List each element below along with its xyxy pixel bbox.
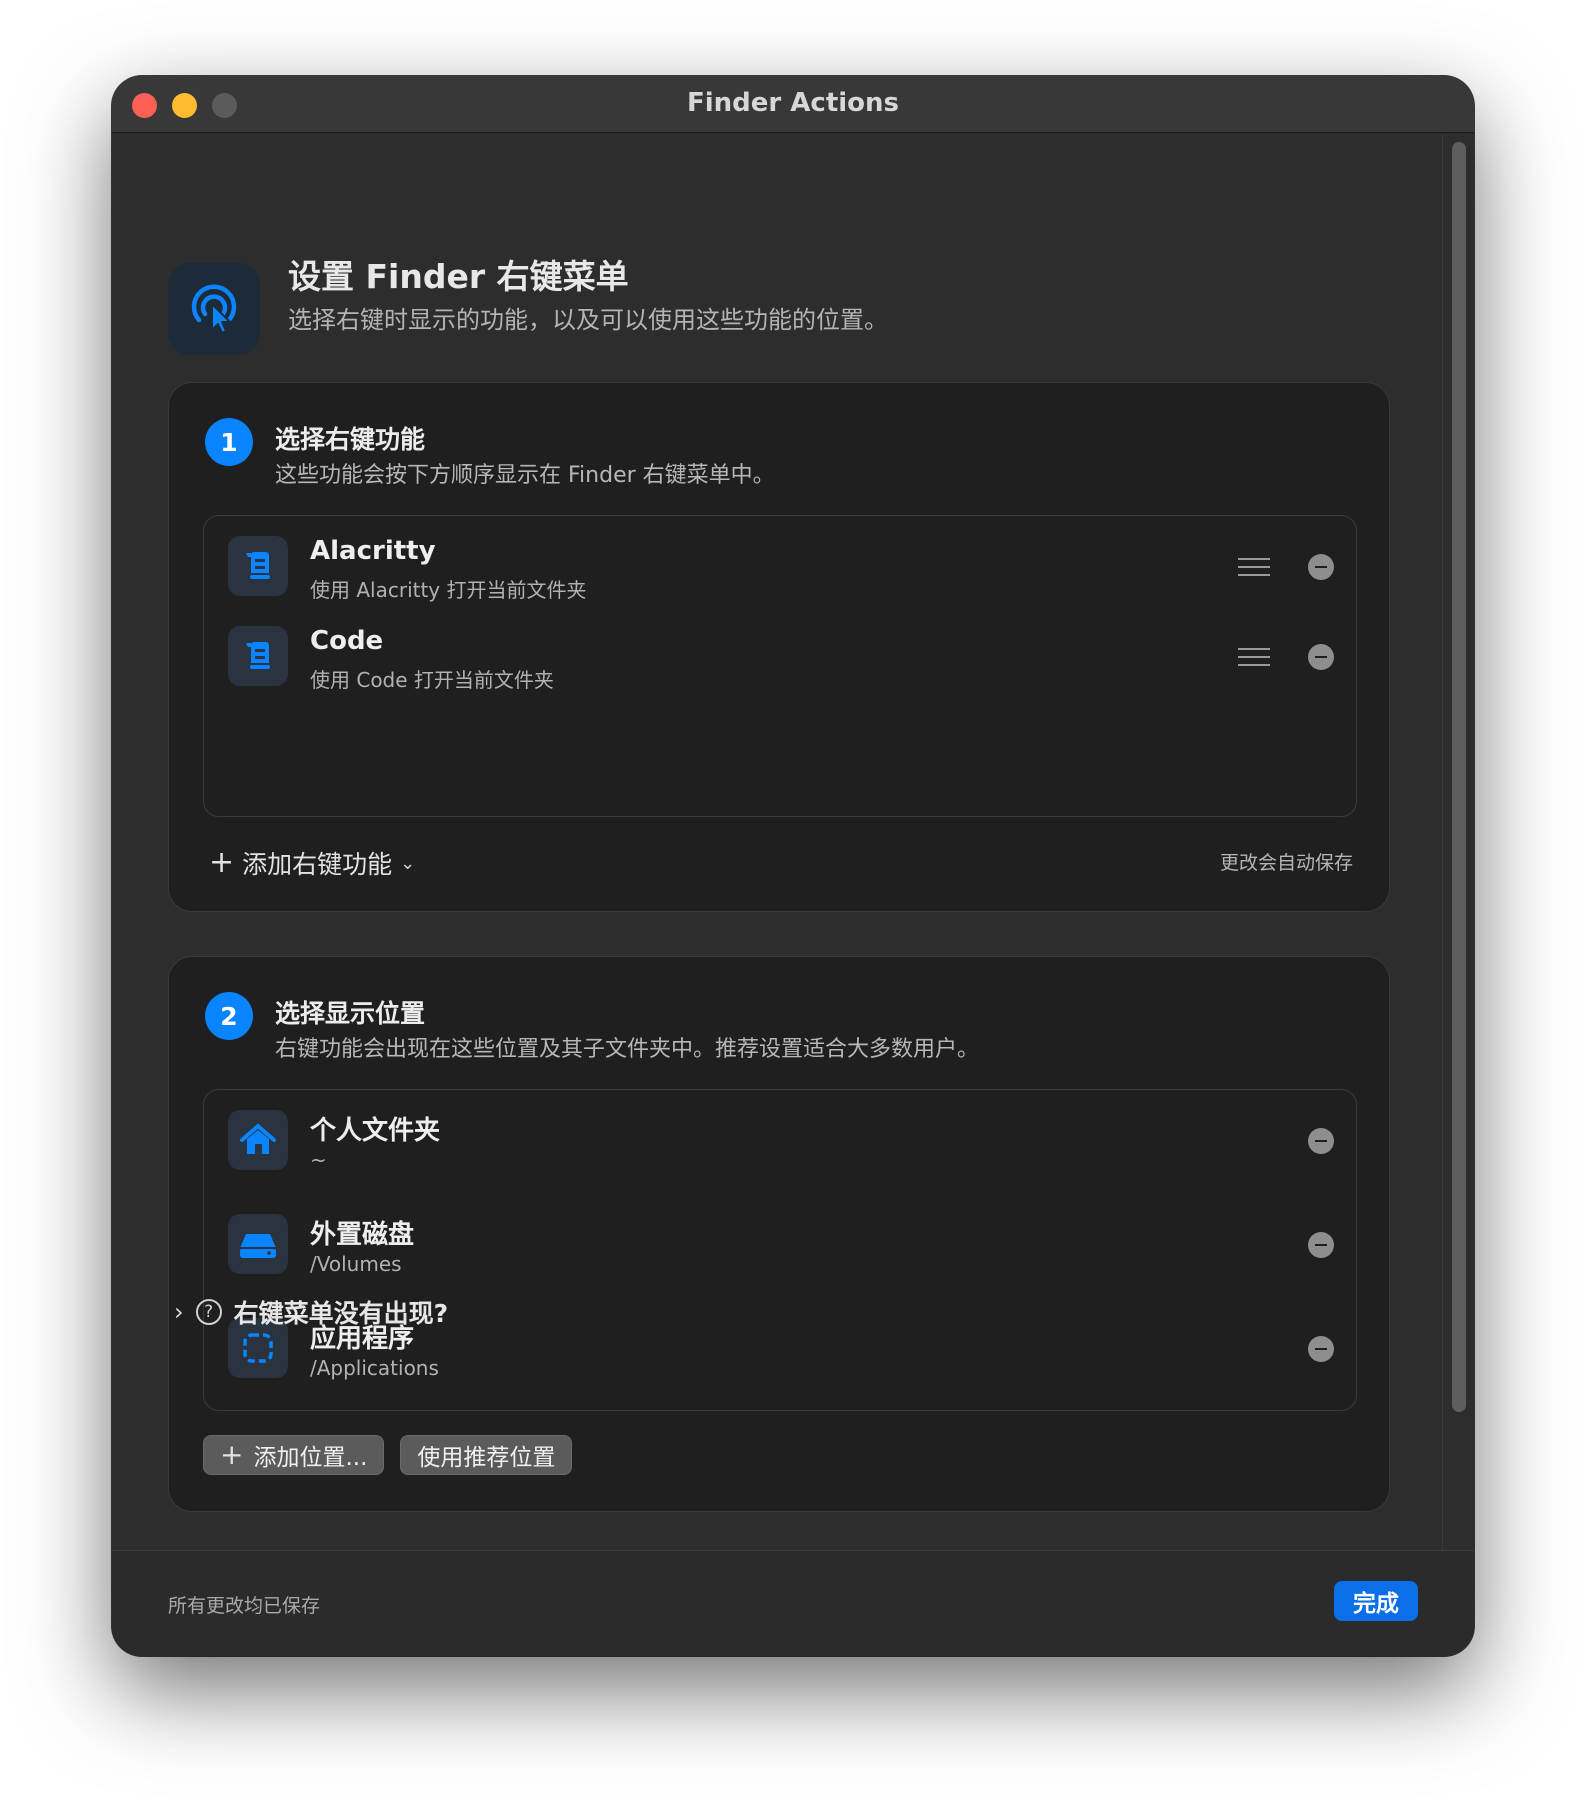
use-recommended-label: 使用推荐位置	[417, 1445, 556, 1471]
action-description: 使用 Code 打开当前文件夹	[310, 668, 554, 692]
scrollbar-thumb[interactable]	[1452, 142, 1466, 1412]
actions-list: Alacritty 使用 Alacritty 打开当前文件夹 Code 使用 C…	[203, 515, 1357, 817]
done-button[interactable]: 完成	[1334, 1581, 1418, 1621]
footer-bar: 所有更改均已保存 完成	[112, 1550, 1474, 1656]
external-drive-icon	[228, 1214, 288, 1274]
action-title: Code	[310, 626, 384, 656]
list-item[interactable]: 个人文件夹 ~	[204, 1090, 1356, 1194]
tap-cursor-icon	[168, 263, 260, 355]
step-2-badge: 2	[205, 992, 253, 1040]
remove-location-button[interactable]	[1308, 1128, 1334, 1154]
remove-action-button[interactable]	[1308, 554, 1334, 580]
list-item[interactable]: 外置磁盘 /Volumes	[204, 1194, 1356, 1298]
remove-location-button[interactable]	[1308, 1232, 1334, 1258]
use-recommended-button[interactable]: 使用推荐位置	[400, 1435, 573, 1475]
page-title: 设置 Finder 右键菜单	[288, 257, 629, 296]
location-title: 外置磁盘	[310, 1220, 415, 1250]
actions-section-subtitle: 这些功能会按下方顺序显示在 Finder 右键菜单中。	[275, 463, 775, 488]
save-status: 所有更改均已保存	[168, 1595, 321, 1617]
script-icon	[228, 626, 288, 686]
add-location-label: 添加位置...	[253, 1445, 368, 1471]
house-icon	[228, 1110, 288, 1170]
list-item[interactable]: Alacritty 使用 Alacritty 打开当前文件夹	[204, 516, 1356, 620]
add-action-menu-button[interactable]: + 添加右键功能 ⌄	[209, 845, 415, 881]
list-item[interactable]: Code 使用 Code 打开当前文件夹	[204, 606, 1356, 710]
troubleshoot-label: 右键菜单没有出现?	[233, 1299, 449, 1328]
scroll-content[interactable]: 设置 Finder 右键菜单 选择右键时显示的功能，以及可以使用这些功能的位置。…	[112, 134, 1474, 1550]
locations-list: 个人文件夹 ~ 外置磁盘 /Volumes 应用程序 /Applications	[203, 1089, 1357, 1411]
drag-handle-icon[interactable]	[1238, 558, 1270, 578]
question-circle-icon: ?	[195, 1299, 222, 1325]
action-description: 使用 Alacritty 打开当前文件夹	[310, 578, 587, 602]
drag-handle-icon[interactable]	[1238, 648, 1270, 668]
chevron-right-icon: ›	[174, 1298, 184, 1326]
page-subtitle: 选择右键时显示的功能，以及可以使用这些功能的位置。	[288, 306, 888, 334]
actions-section-title: 选择右键功能	[275, 425, 426, 454]
locations-section-subtitle: 右键功能会出现在这些位置及其子文件夹中。推荐设置适合大多数用户。	[275, 1037, 980, 1062]
locations-section-title: 选择显示位置	[275, 999, 426, 1028]
step-1-badge: 1	[205, 418, 253, 466]
actions-card: 1 选择右键功能 这些功能会按下方顺序显示在 Finder 右键菜单中。 Ala…	[168, 382, 1390, 912]
troubleshoot-disclosure[interactable]: › ? 右键菜单没有出现?	[174, 1294, 448, 1330]
location-path: /Applications	[310, 1356, 439, 1380]
script-icon	[228, 536, 288, 596]
title-bar[interactable]: Finder Actions	[112, 76, 1474, 133]
location-actions: + 添加位置... 使用推荐位置	[203, 1435, 573, 1475]
chevron-down-icon: ⌄	[400, 852, 416, 874]
locations-card: 2 选择显示位置 右键功能会出现在这些位置及其子文件夹中。推荐设置适合大多数用户…	[168, 956, 1390, 1512]
add-location-button[interactable]: + 添加位置...	[203, 1435, 385, 1475]
window-title: Finder Actions	[686, 88, 900, 118]
plus-icon: +	[209, 845, 235, 880]
location-path: /Volumes	[310, 1252, 402, 1276]
location-title: 个人文件夹	[310, 1116, 441, 1146]
action-title: Alacritty	[310, 536, 436, 566]
remove-action-button[interactable]	[1308, 644, 1334, 670]
remove-location-button[interactable]	[1308, 1336, 1334, 1362]
location-path: ~	[310, 1148, 327, 1172]
app-window: Finder Actions 设置 Finder 右键菜单 选择右键时显示的功能…	[112, 76, 1474, 1656]
scrollbar[interactable]	[1442, 134, 1474, 1550]
add-action-label: 添加右键功能	[242, 850, 393, 879]
autosave-note: 更改会自动保存	[1219, 852, 1353, 874]
plus-icon: +	[220, 1438, 244, 1471]
